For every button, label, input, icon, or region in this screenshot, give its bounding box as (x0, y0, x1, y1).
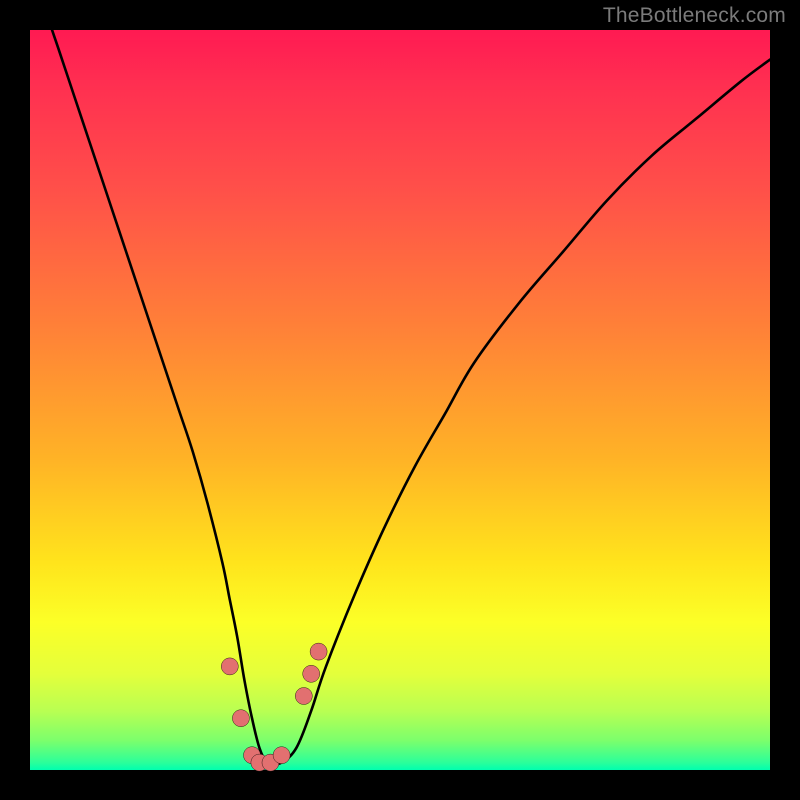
chart-frame: TheBottleneck.com (0, 0, 800, 800)
plot-area (30, 30, 770, 770)
marker-dot (303, 665, 320, 682)
marker-dot (310, 643, 327, 660)
marker-dot (221, 658, 238, 675)
curve-svg (30, 30, 770, 770)
marker-dot (273, 747, 290, 764)
marker-dot (295, 688, 312, 705)
watermark-text: TheBottleneck.com (603, 4, 786, 28)
marker-dot (232, 710, 249, 727)
bottleneck-curve (30, 0, 770, 764)
